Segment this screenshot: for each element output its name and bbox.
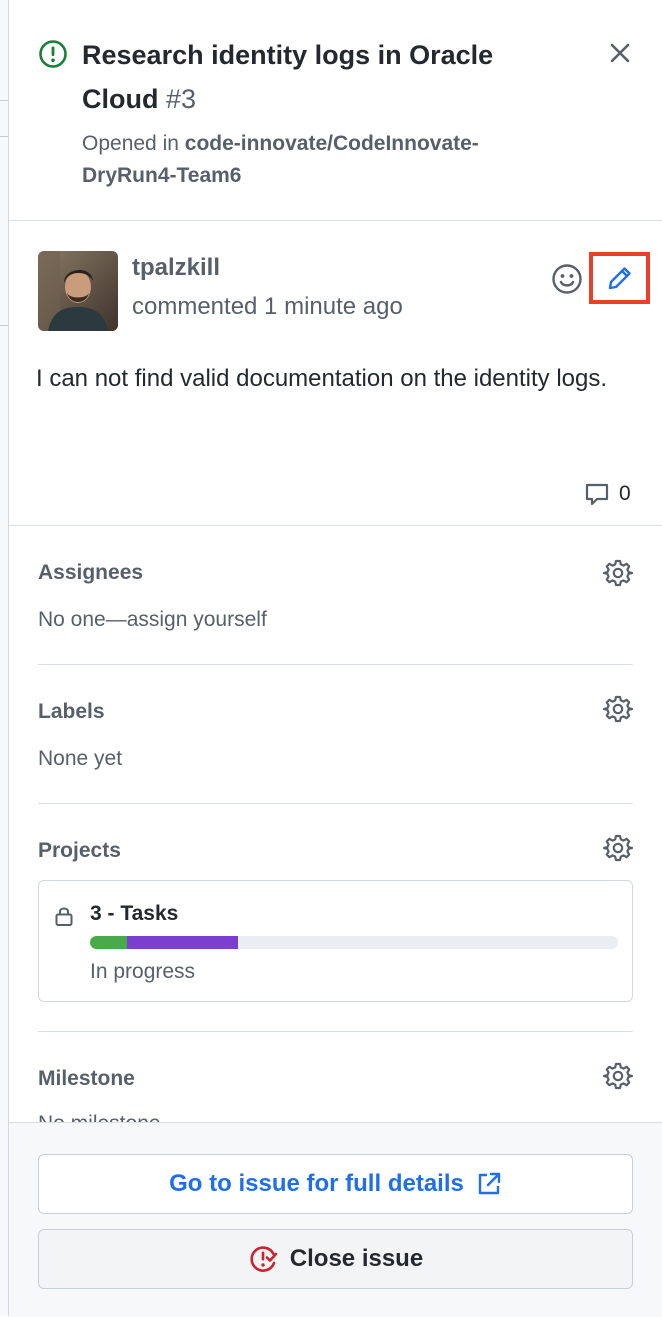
issue-number: #3: [166, 84, 197, 114]
issue-repo-line: Opened in code-innovate/CodeInnovate-Dry…: [82, 128, 552, 192]
comment-icon: [585, 483, 609, 506]
link-external-icon: [478, 1172, 501, 1195]
close-issue-label: Close issue: [289, 1245, 424, 1272]
project-card[interactable]: 3 - Tasks In progress: [38, 880, 633, 1002]
issue-side-panel: Research identity logs in Oracle Cloud #…: [9, 0, 662, 1317]
labels-value: None yet: [38, 747, 123, 770]
labels-divider: [38, 803, 633, 804]
projects-heading: Projects: [38, 839, 121, 862]
projects-divider: [38, 1031, 633, 1032]
lock-icon: [55, 907, 73, 926]
gear-icon[interactable]: [603, 1061, 633, 1091]
close-issue-button[interactable]: Close issue: [38, 1229, 633, 1289]
issue-opened-icon: [39, 40, 67, 68]
smiley-icon[interactable]: [550, 262, 584, 296]
assignees-divider: [38, 664, 633, 665]
go-to-issue-label: Go to issue for full details: [169, 1170, 464, 1197]
opened-in-label: Opened in: [82, 132, 179, 155]
comment-author[interactable]: tpalzkill: [132, 254, 220, 282]
gear-icon[interactable]: [603, 558, 633, 588]
issue-title: Research identity logs in Oracle Cloud #…: [82, 33, 552, 121]
milestone-heading: Milestone: [38, 1067, 135, 1090]
project-progress-bar: [90, 936, 618, 949]
assign-yourself-link[interactable]: No one—assign yourself: [38, 608, 267, 632]
reply-count-value: 0: [619, 482, 631, 505]
labels-heading: Labels: [38, 700, 105, 723]
pencil-icon: [608, 267, 631, 290]
comment-divider: [9, 525, 662, 526]
edit-comment-button[interactable]: [589, 252, 650, 304]
gear-icon[interactable]: [603, 833, 633, 863]
progress-in-progress-segment: [126, 936, 238, 949]
progress-done-segment: [90, 936, 127, 949]
project-name[interactable]: 3 - Tasks: [90, 902, 178, 926]
project-status: In progress: [90, 960, 196, 983]
assignees-heading: Assignees: [38, 561, 144, 584]
background-page-strip: [0, 0, 9, 1316]
issue-title-text: Research identity logs in Oracle Cloud: [82, 40, 494, 114]
comment-timestamp: commented 1 minute ago: [132, 293, 403, 320]
issue-closed-icon: [250, 1246, 278, 1272]
header-divider: [9, 220, 662, 221]
panel-footer: Go to issue for full details Close issue: [9, 1122, 662, 1317]
reply-count[interactable]: 0: [583, 480, 631, 508]
avatar[interactable]: [38, 251, 118, 331]
gear-icon[interactable]: [603, 694, 633, 724]
comment-body: I can not find valid documentation on th…: [36, 365, 608, 392]
close-icon[interactable]: [605, 38, 635, 68]
go-to-issue-button[interactable]: Go to issue for full details: [38, 1154, 633, 1214]
